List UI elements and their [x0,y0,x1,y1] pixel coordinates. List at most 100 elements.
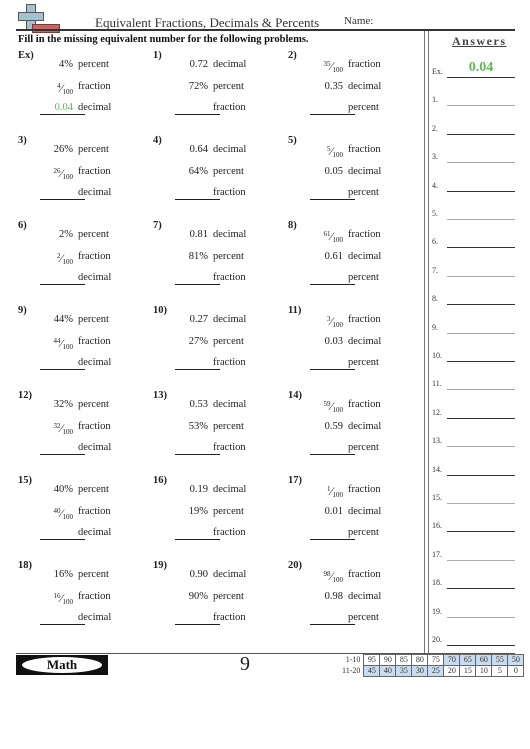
problem-row: decimal [18,272,148,286]
answer-blank[interactable] [40,199,85,200]
score-cell: 40 [379,665,397,677]
problem-row: 0.35 decimal [288,81,418,95]
answer-number: 10. [432,351,442,360]
answer-blank[interactable] [310,539,355,540]
answer-blank[interactable] [175,284,220,285]
answer-blank[interactable] [40,539,85,540]
answer-item: 17. [432,541,518,561]
answer-blank[interactable] [175,369,220,370]
type-label: decimal [213,229,247,240]
answer-blank[interactable] [310,284,355,285]
given-fraction: 4⁄100 [57,81,73,96]
answer-blank[interactable] [40,624,85,625]
answer-line[interactable] [447,417,515,419]
type-label: decimal [78,357,112,368]
given-value: 27% [188,336,208,347]
answer-item: 9. [432,314,518,334]
score-cell: 35 [395,665,413,677]
given-fraction: 40⁄100 [53,506,73,521]
type-label: decimal [348,336,382,347]
type-label: percent [348,272,379,283]
answer-line[interactable] [447,474,515,476]
answer-blank[interactable] [40,454,85,455]
answer-blank[interactable] [175,454,220,455]
answer-line[interactable] [447,304,515,306]
given-fraction: 59⁄100 [323,399,343,414]
problem: 8) 61⁄100 fraction 0.61 decimal percent [288,220,418,300]
answer-line[interactable] [447,361,515,362]
answer-line[interactable] [447,588,515,590]
answer-line[interactable] [447,389,515,391]
type-label: decimal [78,102,112,113]
answer-item: 5. [432,200,518,220]
answer-line[interactable] [447,77,515,78]
answer-blank[interactable] [40,369,85,370]
score-cell: 10 [475,665,493,677]
type-label: decimal [348,421,382,432]
problem-row: 0.98 decimal [288,591,418,605]
answer-blank[interactable] [310,369,355,370]
answer-item: 3. [432,143,518,164]
name-label: Name: [344,15,374,27]
answer-line[interactable] [447,446,515,448]
problem-row: percent [288,527,418,541]
given-value: 72% [188,81,208,92]
problem: 10) 0.27 decimal 27% percent fraction [153,305,283,385]
type-label: decimal [213,144,247,155]
given-fraction: 35⁄100 [323,59,343,74]
answer-line[interactable] [447,531,515,533]
answer-blank[interactable] [310,454,355,455]
answer-line[interactable] [447,162,515,164]
score-cell: 0 [507,665,525,677]
answer-blank[interactable] [40,114,85,115]
answer-line[interactable] [447,190,515,192]
answer-blank[interactable] [175,624,220,625]
fraction-denominator: 100 [62,513,74,521]
problem-row: decimal [18,442,148,456]
answer-item: 4. [432,172,518,192]
page-number: 9 [240,653,250,675]
answer-line[interactable] [447,105,515,107]
answer-line[interactable] [447,503,515,504]
problem-row: percent [288,442,418,456]
fraction-denominator: 100 [62,428,74,436]
given-value: 2% [59,229,73,240]
problem-row: decimal [18,357,148,371]
answer-number: 16. [432,521,442,531]
answer-number: 3. [432,152,438,162]
problem-row: 1⁄100 fraction [288,484,418,499]
answer-number: 8. [432,294,438,304]
type-label: percent [78,484,109,495]
fraction-denominator: 100 [332,66,344,74]
answer-number: 20. [432,635,442,644]
given-value: 81% [188,251,208,262]
answer-blank[interactable] [310,114,355,115]
answer-item: 14. [432,456,518,476]
problem-row: 81% percent [153,251,283,265]
fraction-denominator: 100 [62,343,74,351]
problem-row: 32⁄100 fraction [18,421,148,436]
answer-line[interactable] [447,645,515,646]
answer-line[interactable] [447,247,515,249]
score-cell: 5 [491,665,509,677]
answer-blank[interactable] [175,539,220,540]
answer-blank[interactable] [175,199,220,200]
answer-line[interactable] [447,332,515,334]
score-cell: 70 [443,654,461,666]
fraction-denominator: 100 [332,321,344,329]
answer-item: 13. [432,427,518,448]
answer-blank[interactable] [40,284,85,285]
fraction-denominator: 100 [62,258,74,266]
answer-blank[interactable] [310,624,355,625]
answer-line[interactable] [447,559,515,561]
answer-number: 17. [432,549,442,559]
problem-row: 0.04 decimal [18,102,148,116]
answer-line[interactable] [447,275,515,277]
type-label: fraction [348,484,381,495]
answer-line[interactable] [447,133,515,135]
answer-line[interactable] [447,219,515,220]
answer-blank[interactable] [310,199,355,200]
answer-line[interactable] [447,616,515,618]
answer-blank[interactable] [175,114,220,115]
given-fraction: 16⁄100 [53,591,73,606]
